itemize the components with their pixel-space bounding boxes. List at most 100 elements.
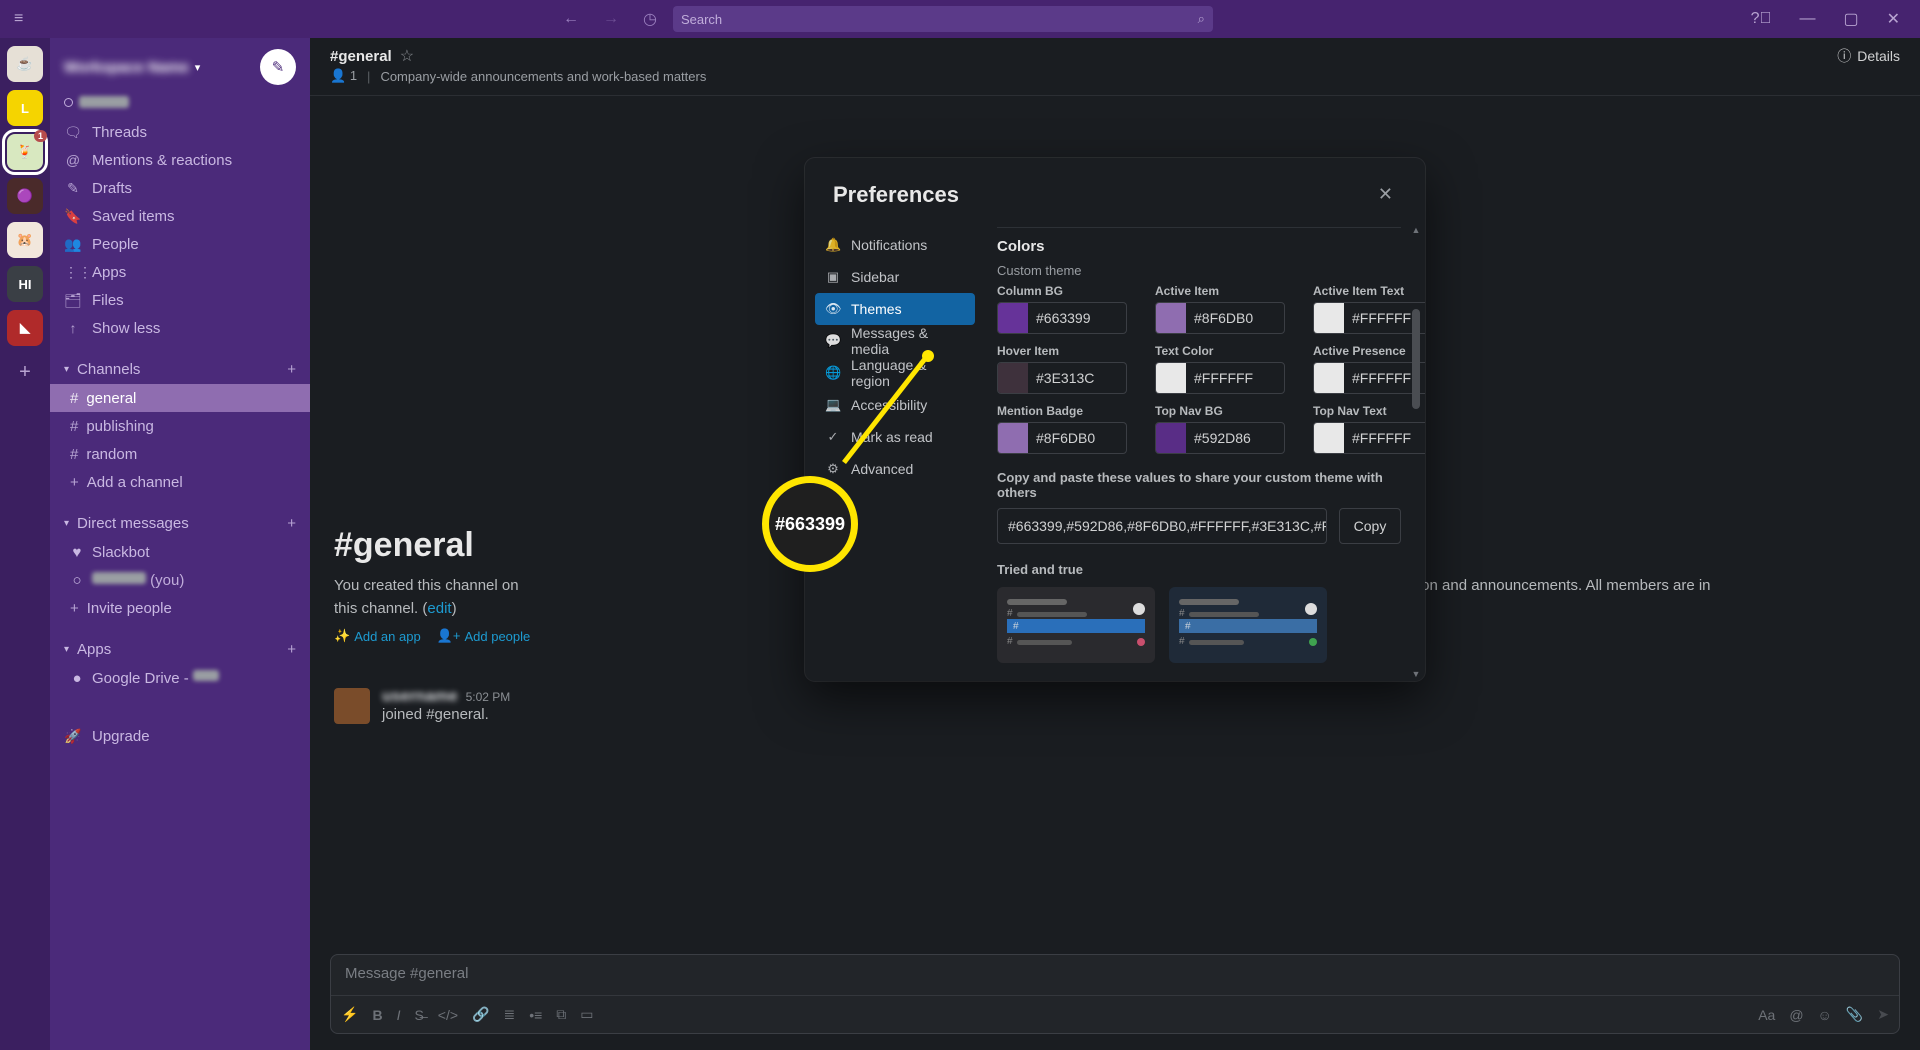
add-channel-button[interactable]: + Add a channel xyxy=(50,468,310,496)
color-value[interactable]: #663399 xyxy=(1028,303,1126,333)
color-input[interactable]: #3E313C xyxy=(997,362,1127,394)
color-input[interactable]: #FFFFFF xyxy=(1155,362,1285,394)
sidebar-item-threads[interactable]: 🗨Threads xyxy=(50,118,310,146)
preferences-title: Preferences xyxy=(833,182,959,208)
color-swatch[interactable] xyxy=(1156,423,1186,453)
preferences-modal: Preferences ✕ 🔔Notifications▣Sidebar👁The… xyxy=(805,158,1425,681)
color-swatch[interactable] xyxy=(1156,363,1186,393)
color-value[interactable]: #592D86 xyxy=(1186,423,1284,453)
theme-preset-card[interactable]: # # xyxy=(1169,587,1327,663)
color-value[interactable]: #FFFFFF xyxy=(1186,363,1284,393)
channels-section-header[interactable]: ▾ Channels + xyxy=(50,354,310,384)
upgrade-button[interactable]: 🚀 Upgrade xyxy=(50,722,310,750)
pref-nav-icon: 👁 xyxy=(825,301,841,317)
new-dm-icon[interactable]: + xyxy=(287,515,296,532)
color-swatch[interactable] xyxy=(1156,303,1186,333)
color-field-text-color: Text Color #FFFFFF xyxy=(1155,344,1285,394)
sidebar-item-saved-items[interactable]: 🔖Saved items xyxy=(50,202,310,230)
color-input[interactable]: #663399 xyxy=(997,302,1127,334)
color-input[interactable]: #FFFFFF xyxy=(1313,362,1425,394)
app-item[interactable]: ●Google Drive - x xyxy=(50,664,310,692)
sidebar-item-files[interactable]: 🗂Files xyxy=(50,286,310,314)
custom-theme-label: Custom theme xyxy=(997,263,1401,278)
close-icon[interactable]: ✕ xyxy=(1374,180,1397,209)
pref-nav-messages-media[interactable]: 💬Messages & media xyxy=(815,325,975,357)
history-button[interactable]: ◷ xyxy=(635,3,665,35)
nav-icon: 🔖 xyxy=(64,208,82,225)
maximize-button[interactable]: ▢ xyxy=(1833,5,1868,33)
color-input[interactable]: #FFFFFF xyxy=(1313,422,1425,454)
pref-nav-mark-as-read[interactable]: ✓Mark as read xyxy=(815,421,975,453)
color-swatch[interactable] xyxy=(998,423,1028,453)
channel-item-random[interactable]: #random xyxy=(50,440,310,468)
apps-section-header[interactable]: ▾ Apps + xyxy=(50,634,310,664)
color-swatch[interactable] xyxy=(1314,303,1344,333)
nav-icon: 🗂 xyxy=(64,292,82,309)
sidebar-item-show-less[interactable]: ↑Show less xyxy=(50,314,310,342)
pref-nav-sidebar[interactable]: ▣Sidebar xyxy=(815,261,975,293)
workspace-icon[interactable]: L xyxy=(7,90,43,126)
scrollbar-thumb[interactable] xyxy=(1412,309,1420,409)
scroll-down-icon[interactable]: ▼ xyxy=(1411,669,1421,679)
color-input[interactable]: #592D86 xyxy=(1155,422,1285,454)
dm-item[interactable]: ○x (you) xyxy=(50,566,310,594)
back-button[interactable]: ← xyxy=(555,4,587,34)
color-swatch[interactable] xyxy=(998,363,1028,393)
workspace-icon[interactable]: 🐹 xyxy=(7,222,43,258)
sidebar-item-people[interactable]: 👥People xyxy=(50,230,310,258)
preferences-scrollbar[interactable]: ▲ ▼ xyxy=(1411,223,1423,681)
color-field-mention-badge: Mention Badge #8F6DB0 xyxy=(997,404,1127,454)
pref-nav-language-region[interactable]: 🌐Language & region xyxy=(815,357,975,389)
help-button[interactable]: ?⃝ xyxy=(1741,6,1782,32)
theme-preset-card[interactable]: # # xyxy=(997,587,1155,663)
add-app-icon[interactable]: + xyxy=(287,641,296,658)
workspace-rail: ☕ L 🍹1 🟣 🐹 HI ◣ + xyxy=(0,38,50,1050)
dms-section-header[interactable]: ▾ Direct messages + xyxy=(50,508,310,538)
compose-button[interactable]: ✎ xyxy=(260,49,296,85)
color-input[interactable]: #8F6DB0 xyxy=(1155,302,1285,334)
preferences-content[interactable]: Colors Custom theme Column BG #663399 Ac… xyxy=(985,223,1425,681)
pref-nav-icon: 🔔 xyxy=(825,237,841,253)
minimize-button[interactable]: — xyxy=(1789,6,1825,32)
color-swatch[interactable] xyxy=(1314,363,1344,393)
add-workspace-button[interactable]: + xyxy=(7,354,43,390)
workspace-icon[interactable]: 🍹1 xyxy=(7,134,43,170)
color-value[interactable]: #8F6DB0 xyxy=(1028,423,1126,453)
color-value[interactable]: #8F6DB0 xyxy=(1186,303,1284,333)
sidebar-item-drafts[interactable]: ✎Drafts xyxy=(50,174,310,202)
color-field-label: Text Color xyxy=(1155,344,1285,358)
dm-item[interactable]: ♥Slackbot xyxy=(50,538,310,566)
add-channel-icon[interactable]: + xyxy=(287,361,296,378)
workspace-switcher[interactable]: Workspace Name ▾ ✎ xyxy=(50,38,310,96)
workspace-icon[interactable]: HI xyxy=(7,266,43,302)
forward-button[interactable]: → xyxy=(595,4,627,34)
search-input[interactable]: Search ⌕ xyxy=(673,6,1213,32)
color-field-label: Column BG xyxy=(997,284,1127,298)
color-swatch[interactable] xyxy=(998,303,1028,333)
color-input[interactable]: #8F6DB0 xyxy=(997,422,1127,454)
sidebar-item-mentions-reactions[interactable]: @Mentions & reactions xyxy=(50,146,310,174)
nav-icon: 👥 xyxy=(64,236,82,253)
pref-nav-themes[interactable]: 👁Themes xyxy=(815,293,975,325)
close-window-button[interactable]: ✕ xyxy=(1877,5,1910,33)
invite-people-button[interactable]: + Invite people xyxy=(50,594,310,622)
scroll-up-icon[interactable]: ▲ xyxy=(1411,225,1421,235)
pref-nav-notifications[interactable]: 🔔Notifications xyxy=(815,229,975,261)
workspace-icon[interactable]: ◣ xyxy=(7,310,43,346)
colors-heading: Colors xyxy=(997,238,1401,255)
theme-string-input[interactable]: #663399,#592D86,#8F6DB0,#FFFFFF,#3E313C,… xyxy=(997,508,1327,544)
sidebar-item-apps[interactable]: ⋮⋮Apps xyxy=(50,258,310,286)
color-field-active-presence: Active Presence #FFFFFF xyxy=(1313,344,1425,394)
workspace-icon[interactable]: 🟣 xyxy=(7,178,43,214)
channel-item-publishing[interactable]: #publishing xyxy=(50,412,310,440)
pref-nav-advanced[interactable]: ⚙Advanced xyxy=(815,453,975,485)
copy-button[interactable]: Copy xyxy=(1339,508,1401,544)
workspace-icon[interactable]: ☕ xyxy=(7,46,43,82)
color-input[interactable]: #FFFFFF xyxy=(1313,302,1425,334)
preferences-nav: 🔔Notifications▣Sidebar👁Themes💬Messages &… xyxy=(805,223,985,681)
plus-icon: + xyxy=(70,600,79,617)
channel-item-general[interactable]: #general xyxy=(50,384,310,412)
color-value[interactable]: #3E313C xyxy=(1028,363,1126,393)
color-swatch[interactable] xyxy=(1314,423,1344,453)
menu-icon[interactable]: ≡ xyxy=(10,6,27,32)
